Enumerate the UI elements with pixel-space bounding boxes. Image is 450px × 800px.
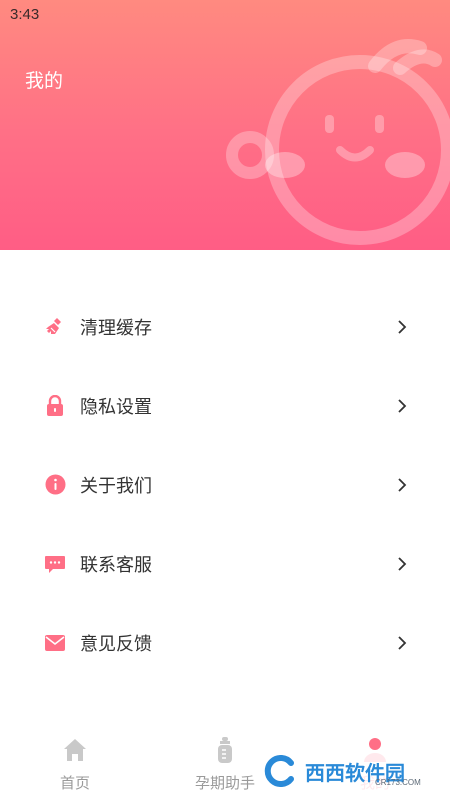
chat-icon (44, 553, 66, 575)
settings-menu: 清理缓存 隐私设置 关于我们 联系客服 意见反馈 (0, 287, 450, 682)
menu-item-feedback[interactable]: 意见反馈 (0, 603, 450, 682)
watermark-c-icon (264, 755, 294, 787)
menu-item-label: 联系客服 (80, 554, 152, 576)
baby-face-icon (226, 39, 450, 245)
menu-item-contact-service[interactable]: 联系客服 (0, 524, 450, 603)
menu-item-about-us[interactable]: 关于我们 (0, 445, 450, 524)
home-icon (64, 739, 86, 761)
watermark-sub: CR173.COM (375, 778, 421, 787)
page-title: 我的 (25, 70, 64, 92)
menu-item-privacy-settings[interactable]: 隐私设置 (0, 366, 450, 445)
menu-item-label: 关于我们 (80, 475, 152, 497)
lock-icon (44, 394, 66, 417)
chevron-right-icon (398, 477, 407, 492)
info-icon (44, 474, 66, 496)
chevron-right-icon (398, 556, 407, 571)
baby-bottle-icon (218, 737, 232, 763)
tab-home[interactable]: 首页 (0, 730, 150, 800)
profile-header: 3:43 我的 (0, 0, 450, 250)
mail-icon (44, 632, 66, 654)
menu-item-label: 清理缓存 (80, 317, 152, 339)
menu-item-label: 意见反馈 (80, 633, 152, 655)
chevron-right-icon (398, 319, 407, 334)
chevron-right-icon (398, 398, 407, 413)
tab-label: 首页 (59, 774, 90, 792)
watermark-logo: 西西软件园 CR173.COM (255, 752, 435, 790)
broom-icon (44, 316, 66, 338)
chevron-right-icon (398, 635, 407, 650)
status-time: 3:43 (10, 6, 40, 23)
menu-item-label: 隐私设置 (80, 396, 152, 418)
menu-item-clear-cache[interactable]: 清理缓存 (0, 287, 450, 366)
